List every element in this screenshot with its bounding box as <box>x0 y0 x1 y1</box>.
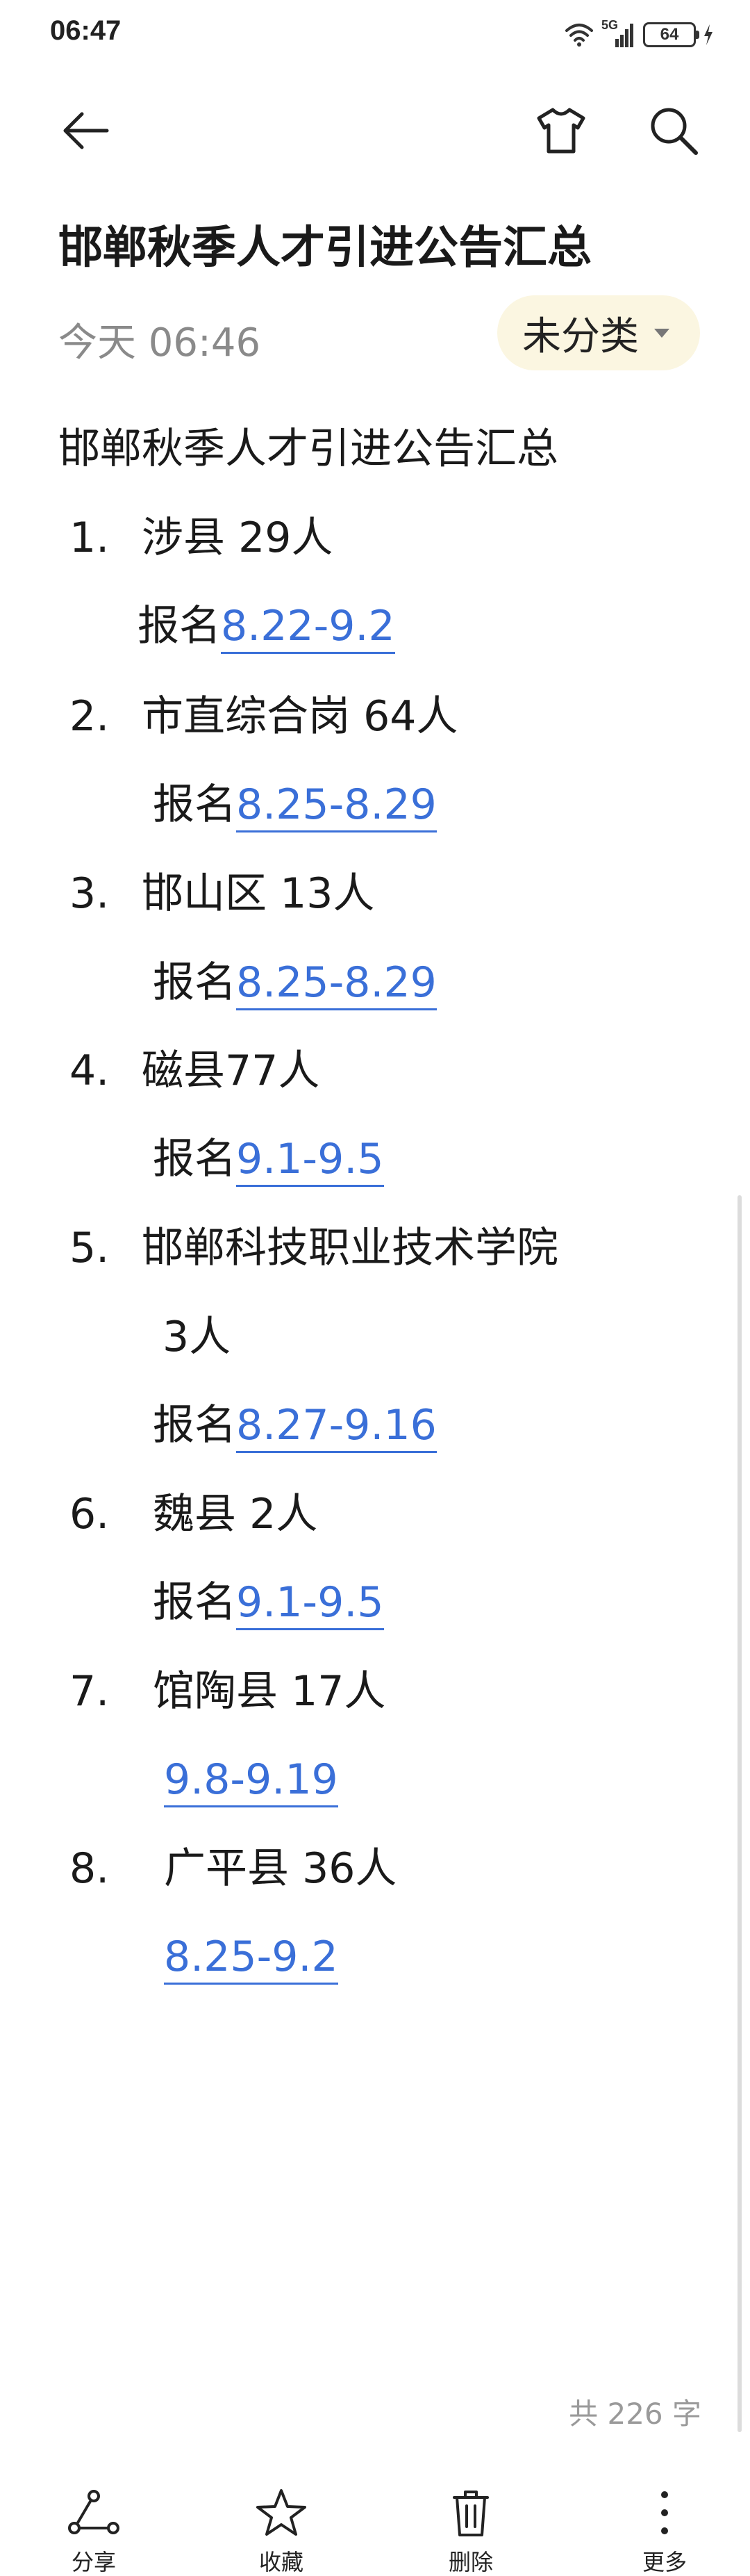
list-item-name-cont: 3人 <box>162 1313 231 1361</box>
list-item-name: 磁县77人 <box>142 1047 320 1095</box>
signup-label: 报名 <box>138 602 221 650</box>
list-item-signup: 报名8.25-8.29 <box>153 958 437 1010</box>
charging-icon <box>704 24 712 45</box>
list-item-signup: 报名8.27-9.16 <box>153 1400 437 1453</box>
status-bar: 06:47 5G 64 <box>0 0 750 69</box>
list-item-name: 广平县 36人 <box>164 1844 397 1893</box>
list-item-number: 4. <box>69 1047 110 1095</box>
list-item-number: 1. <box>69 514 110 562</box>
date-link[interactable]: 8.25-8.29 <box>236 958 437 1010</box>
battery-level: 64 <box>660 25 679 44</box>
list-item-name: 邯郸科技职业技术学院 <box>142 1224 558 1272</box>
back-button[interactable] <box>53 97 119 164</box>
note-date: 今天 06:46 <box>58 320 261 366</box>
list-item-name: 市直综合岗 64人 <box>142 692 458 741</box>
date-link[interactable]: 8.25-9.2 <box>164 1933 338 1985</box>
body-heading: 邯郸秋季人才引进公告汇总 <box>58 425 558 473</box>
delete-button[interactable]: 删除 <box>419 2488 523 2576</box>
arrow-left-icon <box>63 112 109 149</box>
list-item-signup: 报名9.1-9.5 <box>153 1134 384 1187</box>
list-item-signup: 报名8.25-8.29 <box>153 780 437 832</box>
signup-label: 报名 <box>153 1135 236 1183</box>
delete-label: 删除 <box>448 2549 493 2575</box>
star-icon <box>256 2489 306 2536</box>
battery-icon: 64 <box>643 22 699 47</box>
search-button[interactable] <box>640 97 707 164</box>
list-item-name: 邯山区 13人 <box>142 869 375 918</box>
list-item-number: 2. <box>69 692 110 741</box>
theme-button[interactable] <box>528 97 594 164</box>
list-item-number: 3. <box>69 869 110 918</box>
more-button[interactable]: 更多 <box>612 2488 717 2576</box>
word-count: 共 226 字 <box>569 2397 701 2431</box>
favorite-button[interactable]: 收藏 <box>229 2488 333 2576</box>
status-icons: 5G 64 <box>564 18 714 51</box>
date-link[interactable]: 8.27-9.16 <box>236 1401 437 1453</box>
favorite-label: 收藏 <box>258 2549 303 2575</box>
date-link[interactable]: 8.22-9.2 <box>221 602 395 654</box>
share-icon <box>68 2490 119 2534</box>
share-label: 分享 <box>71 2549 116 2575</box>
date-link[interactable]: 8.25-8.29 <box>236 780 437 832</box>
tshirt-icon <box>537 108 585 154</box>
list-item-signup: 报名9.1-9.5 <box>153 1577 384 1630</box>
bottom-action-bar: 分享 收藏 删除 更多 <box>0 2474 750 2576</box>
date-link[interactable]: 9.1-9.5 <box>236 1578 384 1630</box>
list-item-number: 5. <box>69 1224 110 1272</box>
search-icon <box>651 108 698 155</box>
signup-label: 报名 <box>153 780 236 829</box>
date-link[interactable]: 9.1-9.5 <box>236 1135 384 1187</box>
signup-label: 报名 <box>153 958 236 1007</box>
signup-label: 报名 <box>153 1578 236 1627</box>
category-selector[interactable]: 未分类 <box>497 295 700 370</box>
status-time: 06:47 <box>50 15 122 46</box>
trash-icon <box>453 2491 489 2536</box>
list-item-signup: 9.8-9.19 <box>164 1755 338 1807</box>
signup-label: 报名 <box>153 1401 236 1450</box>
list-item-name: 馆陶县 17人 <box>153 1667 386 1716</box>
list-item-signup: 8.25-9.2 <box>164 1932 338 1985</box>
list-item-number: 6. <box>69 1490 110 1539</box>
scrollbar[interactable] <box>738 1195 742 2432</box>
list-item-number: 8. <box>69 1844 110 1893</box>
more-vertical-icon <box>661 2491 668 2534</box>
list-item-name: 涉县 29人 <box>142 514 333 562</box>
note-page: 06:47 5G 64 邯郸秋季人才引进公告汇总 今天 06:46 未分类 邯郸… <box>0 0 750 2576</box>
signal-icon: 5G <box>601 18 636 49</box>
share-button[interactable]: 分享 <box>42 2488 146 2576</box>
note-title[interactable]: 邯郸秋季人才引进公告汇总 <box>58 212 592 276</box>
date-link[interactable]: 9.8-9.19 <box>164 1755 338 1807</box>
dropdown-arrow-icon <box>654 328 669 338</box>
list-item-signup: 报名8.22-9.2 <box>138 601 395 654</box>
wifi-icon <box>565 24 593 47</box>
more-label: 更多 <box>642 2549 687 2575</box>
list-item-number: 7. <box>69 1667 110 1716</box>
list-item-name: 魏县 2人 <box>153 1490 318 1539</box>
category-label: 未分类 <box>522 313 639 359</box>
